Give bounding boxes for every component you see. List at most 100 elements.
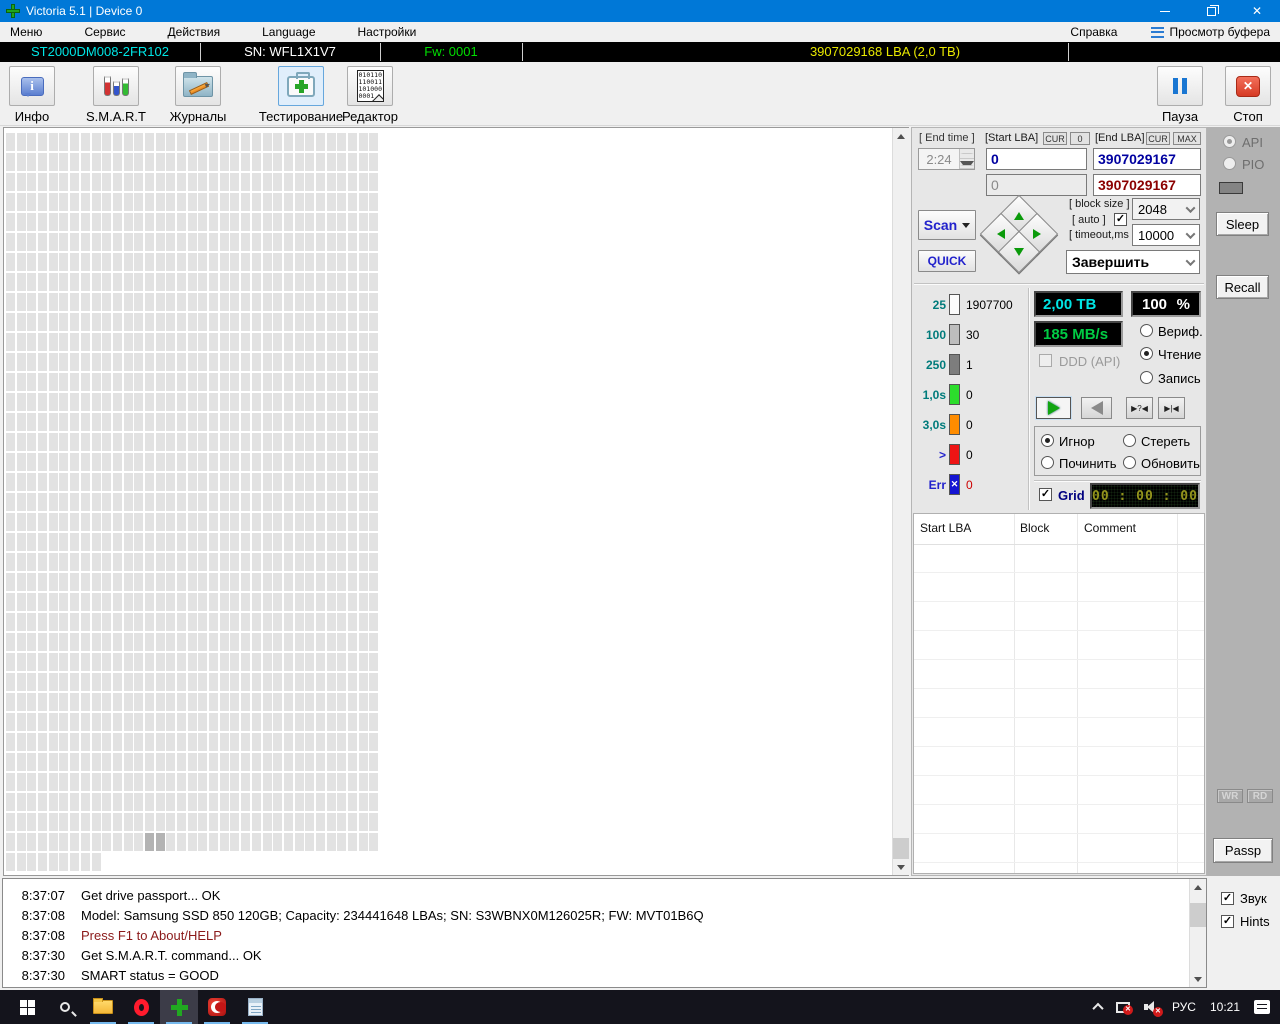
butterfly-seek-button[interactable]: ▶|◀ <box>1158 397 1185 419</box>
scan-button[interactable]: Scan <box>918 210 976 240</box>
end-lba-cur-button[interactable]: CUR <box>1146 132 1170 145</box>
end-time-spin-arrows[interactable] <box>959 149 974 169</box>
map-block <box>295 193 304 211</box>
network-icon[interactable]: ✕ <box>1116 1002 1130 1013</box>
menu-item-3[interactable]: Language <box>262 25 315 39</box>
notification-center-icon[interactable] <box>1254 1000 1270 1014</box>
map-block <box>273 713 282 731</box>
sound-option[interactable]: ✓ Звук <box>1221 891 1267 906</box>
menu-item-4[interactable]: Настройки <box>358 25 417 39</box>
api-radio <box>1223 135 1236 148</box>
end-time-spinner[interactable]: 2:24 <box>918 148 975 170</box>
map-block <box>188 453 197 471</box>
block-size-select[interactable]: 2048 <box>1132 198 1200 220</box>
map-scroll-down[interactable] <box>893 859 909 875</box>
verify-radio[interactable] <box>1140 324 1153 337</box>
language-indicator[interactable]: РУС <box>1172 1000 1196 1014</box>
map-block <box>59 453 68 471</box>
log-scroll-up[interactable] <box>1190 879 1206 895</box>
restore-button[interactable] <box>1188 0 1234 22</box>
start-forward-button[interactable] <box>1036 397 1071 419</box>
map-block <box>230 433 239 451</box>
search-button[interactable] <box>46 990 84 1024</box>
col-start-lba: Start LBA <box>920 521 971 535</box>
volume-icon[interactable]: ✕ <box>1144 1001 1158 1013</box>
map-block <box>241 613 250 631</box>
log-scroll-thumb[interactable] <box>1190 903 1206 927</box>
map-block <box>284 493 293 511</box>
menu-item-1[interactable]: Сервис <box>84 25 125 39</box>
map-block <box>156 313 165 331</box>
menu-help[interactable]: Справка <box>1070 25 1117 39</box>
info-button[interactable]: i Инфо <box>8 66 56 124</box>
opera-taskbar-button[interactable] <box>122 990 160 1024</box>
start-lba-cur-button[interactable]: CUR <box>1043 132 1067 145</box>
stop-button[interactable]: ✕ Стоп <box>1224 66 1272 124</box>
editor-button[interactable]: 0101101100111010000001 Редактор <box>338 66 402 124</box>
map-block <box>113 233 122 251</box>
victoria-taskbar-button[interactable] <box>160 990 198 1024</box>
map-block <box>38 673 47 691</box>
disk-app-taskbar-button[interactable] <box>198 990 236 1024</box>
map-block <box>327 793 336 811</box>
read-radio[interactable] <box>1140 347 1153 360</box>
menu-item-0[interactable]: Меню <box>10 25 42 39</box>
tray-expand-icon[interactable] <box>1092 1003 1103 1014</box>
map-block <box>177 833 186 851</box>
write-radio[interactable] <box>1140 371 1153 384</box>
on-end-action-select[interactable]: Завершить <box>1066 250 1200 274</box>
map-block <box>17 653 26 671</box>
start-button[interactable] <box>8 990 46 1024</box>
clock[interactable]: 10:21 <box>1210 1000 1240 1014</box>
quick-button[interactable]: QUICK <box>918 250 976 272</box>
grid-checkbox[interactable]: ✓ <box>1039 488 1052 501</box>
map-block <box>49 313 58 331</box>
end-lba-max-button[interactable]: MAX <box>1173 132 1201 145</box>
menu-item-2[interactable]: Действия <box>168 25 221 39</box>
minimize-button[interactable] <box>1142 0 1188 22</box>
test-button[interactable]: Тестирование <box>250 66 352 124</box>
notepad-taskbar-button[interactable] <box>236 990 274 1024</box>
map-block <box>49 633 58 651</box>
close-button[interactable]: ✕ <box>1234 0 1280 22</box>
recall-button[interactable]: Recall <box>1216 275 1269 299</box>
log-scroll-down[interactable] <box>1190 971 1206 987</box>
pause-button[interactable]: Пауза <box>1156 66 1204 124</box>
erase-radio[interactable] <box>1123 434 1136 447</box>
log-scrollbar[interactable] <box>1189 879 1206 987</box>
start-lba-input[interactable]: 0 <box>986 148 1087 170</box>
start-backward-button[interactable] <box>1081 397 1112 419</box>
map-block <box>273 453 282 471</box>
start-lba-zero-button[interactable]: 0 <box>1070 132 1090 145</box>
map-block <box>327 513 336 531</box>
smart-button[interactable]: S.M.A.R.T <box>78 66 154 124</box>
map-block <box>134 513 143 531</box>
menu-buffer-view[interactable]: Просмотр буфера <box>1151 25 1270 39</box>
map-scroll-thumb[interactable] <box>893 838 909 860</box>
logs-button[interactable]: Журналы <box>162 66 234 124</box>
map-block <box>359 753 368 771</box>
map-block <box>156 533 165 551</box>
auto-checkbox[interactable]: ✓ <box>1114 213 1127 226</box>
remap-radio[interactable] <box>1041 456 1054 469</box>
map-scrollbar[interactable] <box>892 128 909 875</box>
map-block <box>70 713 79 731</box>
sleep-button[interactable]: Sleep <box>1216 212 1269 236</box>
map-block <box>348 133 357 151</box>
hints-option[interactable]: ✓ Hints <box>1221 914 1270 929</box>
refresh-radio[interactable] <box>1123 456 1136 469</box>
ignore-radio[interactable] <box>1041 434 1054 447</box>
hints-checkbox[interactable]: ✓ <box>1221 915 1234 928</box>
passp-button[interactable]: Passp <box>1213 838 1273 863</box>
map-block <box>49 193 58 211</box>
random-seek-button[interactable]: ▶?◀ <box>1126 397 1153 419</box>
ddd-checkbox[interactable] <box>1039 354 1052 367</box>
map-scroll-up[interactable] <box>893 128 909 144</box>
sound-checkbox[interactable]: ✓ <box>1221 892 1234 905</box>
end-lba-input[interactable]: 3907029167 <box>1093 148 1201 170</box>
map-block <box>369 713 378 731</box>
map-block <box>166 313 175 331</box>
explorer-taskbar-button[interactable] <box>84 990 122 1024</box>
timeout-select[interactable]: 10000 <box>1132 224 1200 246</box>
map-block <box>102 413 111 431</box>
